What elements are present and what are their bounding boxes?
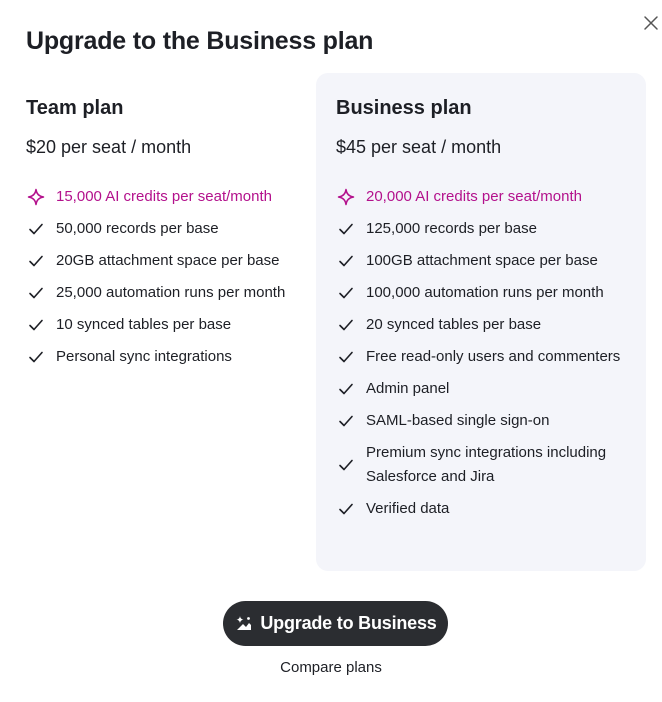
feature-item: Personal sync integrations xyxy=(26,341,316,373)
check-icon xyxy=(26,347,46,367)
team-plan-name: Team plan xyxy=(26,97,124,119)
feature-item: Free read-only users and commenters xyxy=(336,341,636,373)
check-icon xyxy=(336,219,356,239)
check-icon xyxy=(336,499,356,519)
upgrade-dialog: Upgrade to the Business plan Team plan $… xyxy=(0,0,662,702)
check-icon xyxy=(336,315,356,335)
check-icon xyxy=(336,347,356,367)
feature-text: Premium sync integrations including Sale… xyxy=(366,444,607,485)
feature-item: 25,000 automation runs per month xyxy=(26,277,316,309)
feature-item: Admin panel xyxy=(336,373,636,405)
feature-item: 10 synced tables per base xyxy=(26,309,316,341)
close-button[interactable] xyxy=(640,12,662,34)
team-plan-price: $20 per seat / month xyxy=(26,137,192,157)
check-icon xyxy=(26,283,46,303)
business-feature-list: 20,000 AI credits per seat/month 125,000… xyxy=(336,181,636,525)
feature-item: SAML-based single sign-on xyxy=(336,405,636,437)
check-icon xyxy=(336,283,356,303)
close-icon xyxy=(644,16,658,30)
feature-item: Verified data xyxy=(336,493,636,525)
check-icon xyxy=(336,251,356,271)
business-plan-name: Business plan xyxy=(336,97,472,119)
feature-text: Verified data xyxy=(366,500,450,517)
feature-item-ai-credits: 15,000 AI credits per seat/month xyxy=(26,181,316,213)
feature-text: 20 synced tables per base xyxy=(366,316,542,333)
feature-text: 10 synced tables per base xyxy=(56,316,232,333)
check-icon xyxy=(26,315,46,335)
feature-item: 20GB attachment space per base xyxy=(26,245,316,277)
feature-text: 25,000 automation runs per month xyxy=(56,284,286,301)
check-icon xyxy=(26,219,46,239)
feature-item-ai-credits: 20,000 AI credits per seat/month xyxy=(336,181,636,213)
check-icon xyxy=(336,379,356,399)
feature-item: 100,000 automation runs per month xyxy=(336,277,636,309)
feature-text: 100,000 automation runs per month xyxy=(366,284,604,301)
dialog-title: Upgrade to the Business plan xyxy=(26,27,374,55)
upgrade-to-business-button[interactable]: Upgrade to Business xyxy=(223,601,448,646)
feature-text: 125,000 records per base xyxy=(366,220,537,237)
check-icon xyxy=(26,251,46,271)
feature-item: 50,000 records per base xyxy=(26,213,316,245)
check-icon xyxy=(336,455,356,475)
upgrade-button-label: Upgrade to Business xyxy=(260,613,437,633)
feature-item: 125,000 records per base xyxy=(336,213,636,245)
feature-text: Free read-only users and commenters xyxy=(366,348,621,365)
business-plan-column: Business plan $45 per seat / month 20,00… xyxy=(316,73,646,571)
feature-text: Personal sync integrations xyxy=(56,348,232,365)
business-plan-price: $45 per seat / month xyxy=(336,137,502,157)
feature-item: 20 synced tables per base xyxy=(336,309,636,341)
feature-text: 20,000 AI credits per seat/month xyxy=(366,188,582,205)
feature-text: SAML-based single sign-on xyxy=(366,412,550,429)
feature-text: 15,000 AI credits per seat/month xyxy=(56,188,272,205)
feature-item: Premium sync integrations including Sale… xyxy=(336,437,636,493)
team-feature-list: 15,000 AI credits per seat/month 50,000 … xyxy=(26,181,316,373)
sparkle-icon xyxy=(336,187,356,207)
feature-text: Admin panel xyxy=(366,380,450,397)
sparkle-build-icon xyxy=(234,614,254,634)
feature-text: 20GB attachment space per base xyxy=(56,252,280,269)
compare-plans-link[interactable]: Compare plans xyxy=(0,659,662,676)
feature-text: 50,000 records per base xyxy=(56,220,219,237)
sparkle-icon xyxy=(26,187,46,207)
check-icon xyxy=(336,411,356,431)
feature-text: 100GB attachment space per base xyxy=(366,252,598,269)
feature-item: 100GB attachment space per base xyxy=(336,245,636,277)
